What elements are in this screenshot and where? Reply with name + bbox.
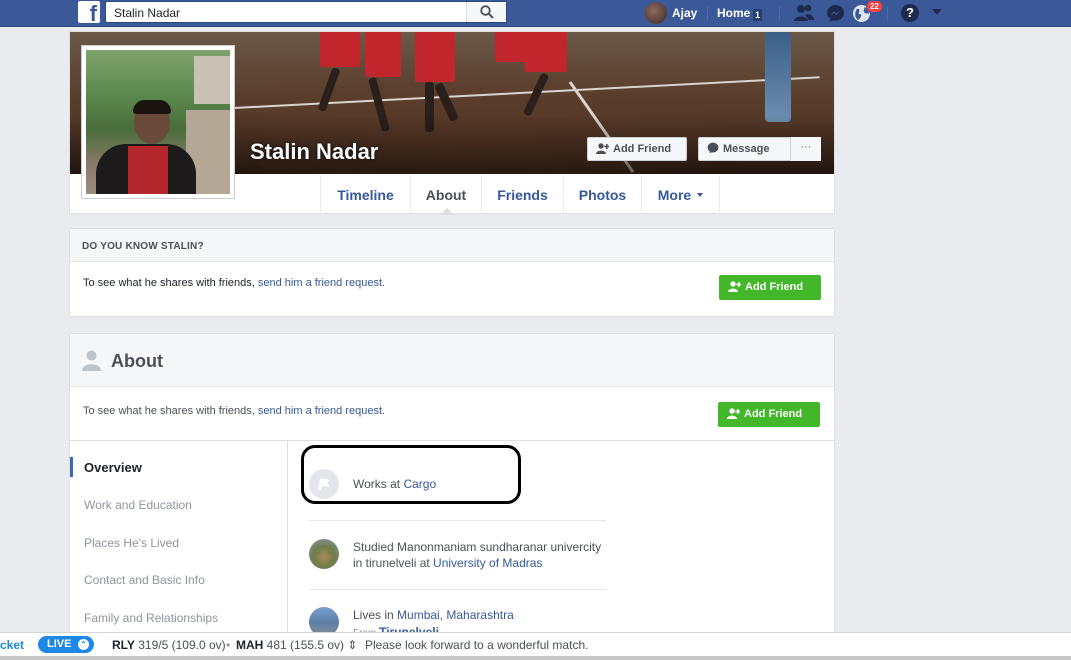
friend-requests-icon[interactable]: [793, 4, 815, 22]
tab-timeline[interactable]: Timeline: [320, 176, 410, 214]
player-figure: [320, 32, 360, 67]
about-title: About: [111, 351, 163, 371]
score-ticker: cket LIVE ⌃ RLY 319/5 (109.0 ov) • MAH 48…: [0, 632, 1071, 656]
add-friend-icon: [728, 280, 741, 292]
player-figure: [495, 32, 529, 62]
team2-score: 481 (155.5 ov) ⇕: [263, 638, 358, 652]
do-you-know-text: To see what he shares with friends, send…: [83, 277, 385, 289]
add-friend-button[interactable]: Add Friend: [718, 402, 820, 427]
nav-overview[interactable]: Overview: [84, 460, 142, 475]
message-label: Message: [723, 143, 770, 155]
search-icon: [480, 5, 494, 19]
about-prompt-body: To see what he shares with friends,: [83, 405, 258, 417]
player-figure: [415, 32, 455, 82]
score-team1: RLY 319/5 (109.0 ov): [112, 638, 226, 652]
do-you-know-body: To see what he shares with friends,: [83, 277, 258, 289]
profile-picture[interactable]: [81, 45, 235, 199]
separator: [309, 520, 606, 521]
nav-contact-info[interactable]: Contact and Basic Info: [84, 573, 205, 587]
messenger-icon[interactable]: [826, 4, 845, 23]
divider: [707, 6, 708, 21]
help-icon[interactable]: ?: [901, 4, 919, 22]
home-link[interactable]: Home: [717, 6, 750, 20]
separator: [309, 589, 606, 590]
divider: [887, 6, 888, 21]
add-friend-label: Add Friend: [613, 143, 672, 155]
player-leg: [317, 66, 341, 113]
team1-name: RLY: [112, 638, 135, 652]
do-you-know-card: DO YOU KNOW STALIN? To see what he share…: [69, 228, 835, 317]
about-header: About: [70, 334, 834, 387]
profile-name[interactable]: Stalin Nadar: [250, 139, 378, 165]
chevron-up-icon: ⌃: [78, 639, 89, 650]
taskbar-edge: [0, 656, 1071, 660]
spectator-figure: [765, 32, 791, 122]
tab-friends[interactable]: Friends: [481, 176, 563, 214]
ticker-dot: •: [226, 638, 231, 652]
university-photo-icon: [309, 539, 339, 569]
tab-about[interactable]: About: [410, 176, 481, 215]
lives-prefix: Lives in: [353, 608, 398, 622]
person-icon: [82, 350, 101, 371]
player-leg: [522, 72, 550, 117]
ticker-message: Please look forward to a wonderful match…: [365, 638, 589, 652]
friend-request-link[interactable]: send him a friend request.: [258, 405, 385, 417]
nav-family-relationships[interactable]: Family and Relationships: [84, 611, 218, 625]
add-friend-icon: [727, 407, 740, 419]
photo-building: [194, 56, 230, 104]
team2-name: MAH: [236, 638, 264, 652]
user-name-link[interactable]: Ajay: [672, 6, 697, 20]
account-menu-caret-icon[interactable]: [932, 9, 942, 15]
chevron-down-icon: [697, 193, 704, 198]
profile-photo: [86, 50, 230, 194]
score-team2: MAH 481 (155.5 ov) ⇕: [236, 638, 357, 652]
search-button[interactable]: [466, 2, 506, 22]
notifications-badge: 22: [866, 0, 883, 13]
friend-request-link[interactable]: send him a friend request.: [258, 277, 385, 289]
nav-work-education[interactable]: Work and Education: [84, 498, 192, 512]
about-left-nav: Overview Work and Education Places He's …: [70, 441, 288, 642]
home-badge: 1: [753, 9, 763, 21]
about-prompt-text: To see what he shares with friends, send…: [83, 405, 385, 417]
education-link[interactable]: University of Madras: [433, 556, 542, 570]
messenger-icon: [707, 142, 719, 154]
player-figure: [365, 32, 401, 77]
live-button[interactable]: LIVE ⌃: [38, 636, 94, 653]
search-input[interactable]: Stalin Nadar: [114, 6, 180, 20]
education-text: Studied Manonmaniam sundharanar univerci…: [353, 539, 613, 571]
photo-shirt: [128, 146, 168, 194]
court-line: [220, 76, 820, 110]
nav-places-lived[interactable]: Places He's Lived: [84, 536, 179, 550]
add-friend-button[interactable]: Add Friend: [587, 137, 687, 161]
do-you-know-heading: DO YOU KNOW STALIN?: [70, 229, 834, 262]
add-friend-icon: [596, 142, 609, 154]
list-item-education: Studied Manonmaniam sundharanar univerci…: [309, 539, 609, 571]
lives-text: Lives in Mumbai, Maharashtra: [353, 607, 613, 623]
ticker-prefix: cket: [0, 638, 25, 652]
about-friend-prompt: To see what he shares with friends, send…: [70, 387, 834, 441]
team1-score: 319/5 (109.0 ov): [134, 638, 226, 652]
photo-hair: [133, 100, 171, 114]
add-friend-button[interactable]: Add Friend: [719, 275, 821, 300]
add-friend-label: Add Friend: [744, 408, 803, 420]
facebook-logo-icon[interactable]: f: [78, 1, 100, 25]
player-figure: [525, 32, 567, 72]
search-box[interactable]: Stalin Nadar: [105, 1, 507, 23]
annotation-highlight-outline: [301, 445, 521, 504]
user-avatar[interactable]: [645, 2, 667, 24]
live-label: LIVE: [47, 638, 72, 650]
more-options-button[interactable]: ···: [790, 137, 821, 161]
lives-link[interactable]: Mumbai, Maharashtra: [397, 608, 514, 622]
add-friend-label: Add Friend: [745, 281, 804, 293]
tab-more-label: More: [657, 187, 692, 203]
tab-more[interactable]: More: [641, 176, 720, 214]
top-navbar: f Stalin Nadar Ajay Home 1 22 ?: [0, 0, 1071, 27]
divider: [779, 6, 780, 21]
tab-photos[interactable]: Photos: [563, 176, 641, 214]
active-indicator: [70, 457, 73, 477]
